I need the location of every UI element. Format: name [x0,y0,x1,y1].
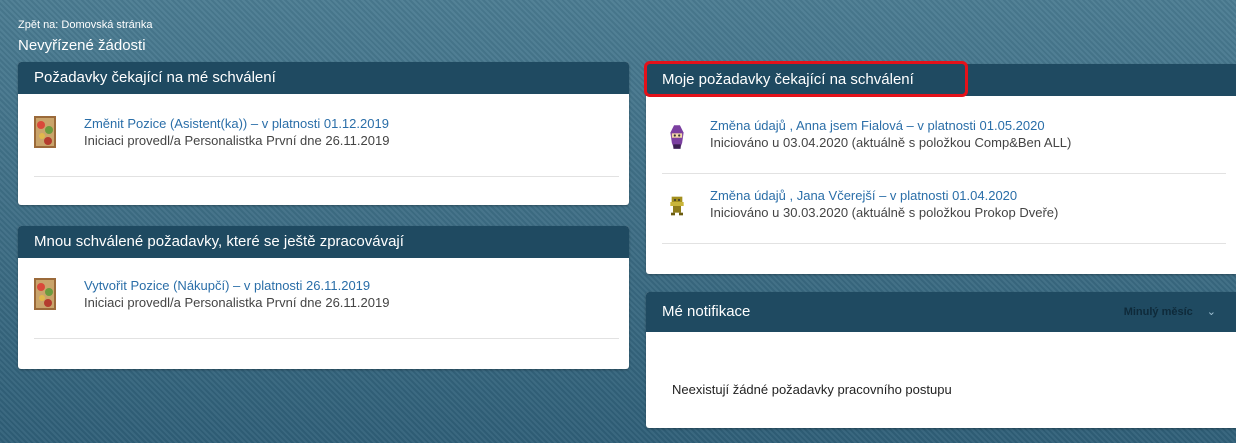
chevron-down-icon: ⌄ [1206,306,1216,318]
highlight-box [644,61,968,97]
period-filter-label: Minulý měsíc [1123,306,1193,318]
request-title-link[interactable]: Změna údajů , Anna jsem Fialová – v plat… [710,118,1045,133]
list-item[interactable]: Změna údajů , Anna jsem Fialová – v plat… [662,118,1226,174]
approved-in-progress-header: Mnou schválené požadavky, které se ještě… [18,226,629,258]
awaiting-my-approval-card: Požadavky čekající na mé schválení Změni… [18,62,629,205]
list-item[interactable]: Vytvořit Pozice (Nákupčí) – v platnosti … [34,278,619,339]
empty-notifications-message: Neexistují žádné požadavky pracovního po… [672,382,952,397]
page-title: Nevyřízené žádosti [18,37,146,54]
request-subtitle: Iniciaci provedl/a Personalistka První d… [84,133,390,148]
notifications-card: Mé notifikace Minulý měsíc ⌄ Neexistují ž… [646,292,1236,428]
awaiting-my-approval-header: Požadavky čekající na mé schválení [18,62,629,94]
back-link[interactable]: Zpět na: Domovská stránka [18,19,153,31]
olive-avatar-icon [670,196,684,216]
request-title-link[interactable]: Změnit Pozice (Asistent(ka)) – v platnos… [84,116,389,131]
period-filter-dropdown[interactable]: Minulý měsíc ⌄ [1124,292,1216,332]
list-item[interactable]: Změna údajů , Jana Včerejší – v platnost… [662,188,1226,244]
request-title-link[interactable]: Změna údajů , Jana Včerejší – v platnost… [710,188,1017,203]
purple-avatar-icon [670,125,684,149]
notifications-title: Mé notifikace [662,303,751,320]
request-subtitle: Iniciaci provedl/a Personalistka První d… [84,295,390,310]
request-title-link[interactable]: Vytvořit Pozice (Nákupčí) – v platnosti … [84,278,370,293]
request-subtitle: Iniciováno u 30.03.2020 (aktuálně s polo… [710,205,1059,220]
notifications-header: Mé notifikace Minulý měsíc ⌄ [646,292,1236,332]
list-item[interactable]: Změnit Pozice (Asistent(ka)) – v platnos… [34,116,619,177]
approved-in-progress-card: Mnou schválené požadavky, které se ještě… [18,226,629,369]
request-subtitle: Iniciováno u 03.04.2020 (aktuálně s polo… [710,135,1072,150]
person-photo-thumbnail [34,278,56,310]
person-photo-thumbnail [34,116,56,148]
